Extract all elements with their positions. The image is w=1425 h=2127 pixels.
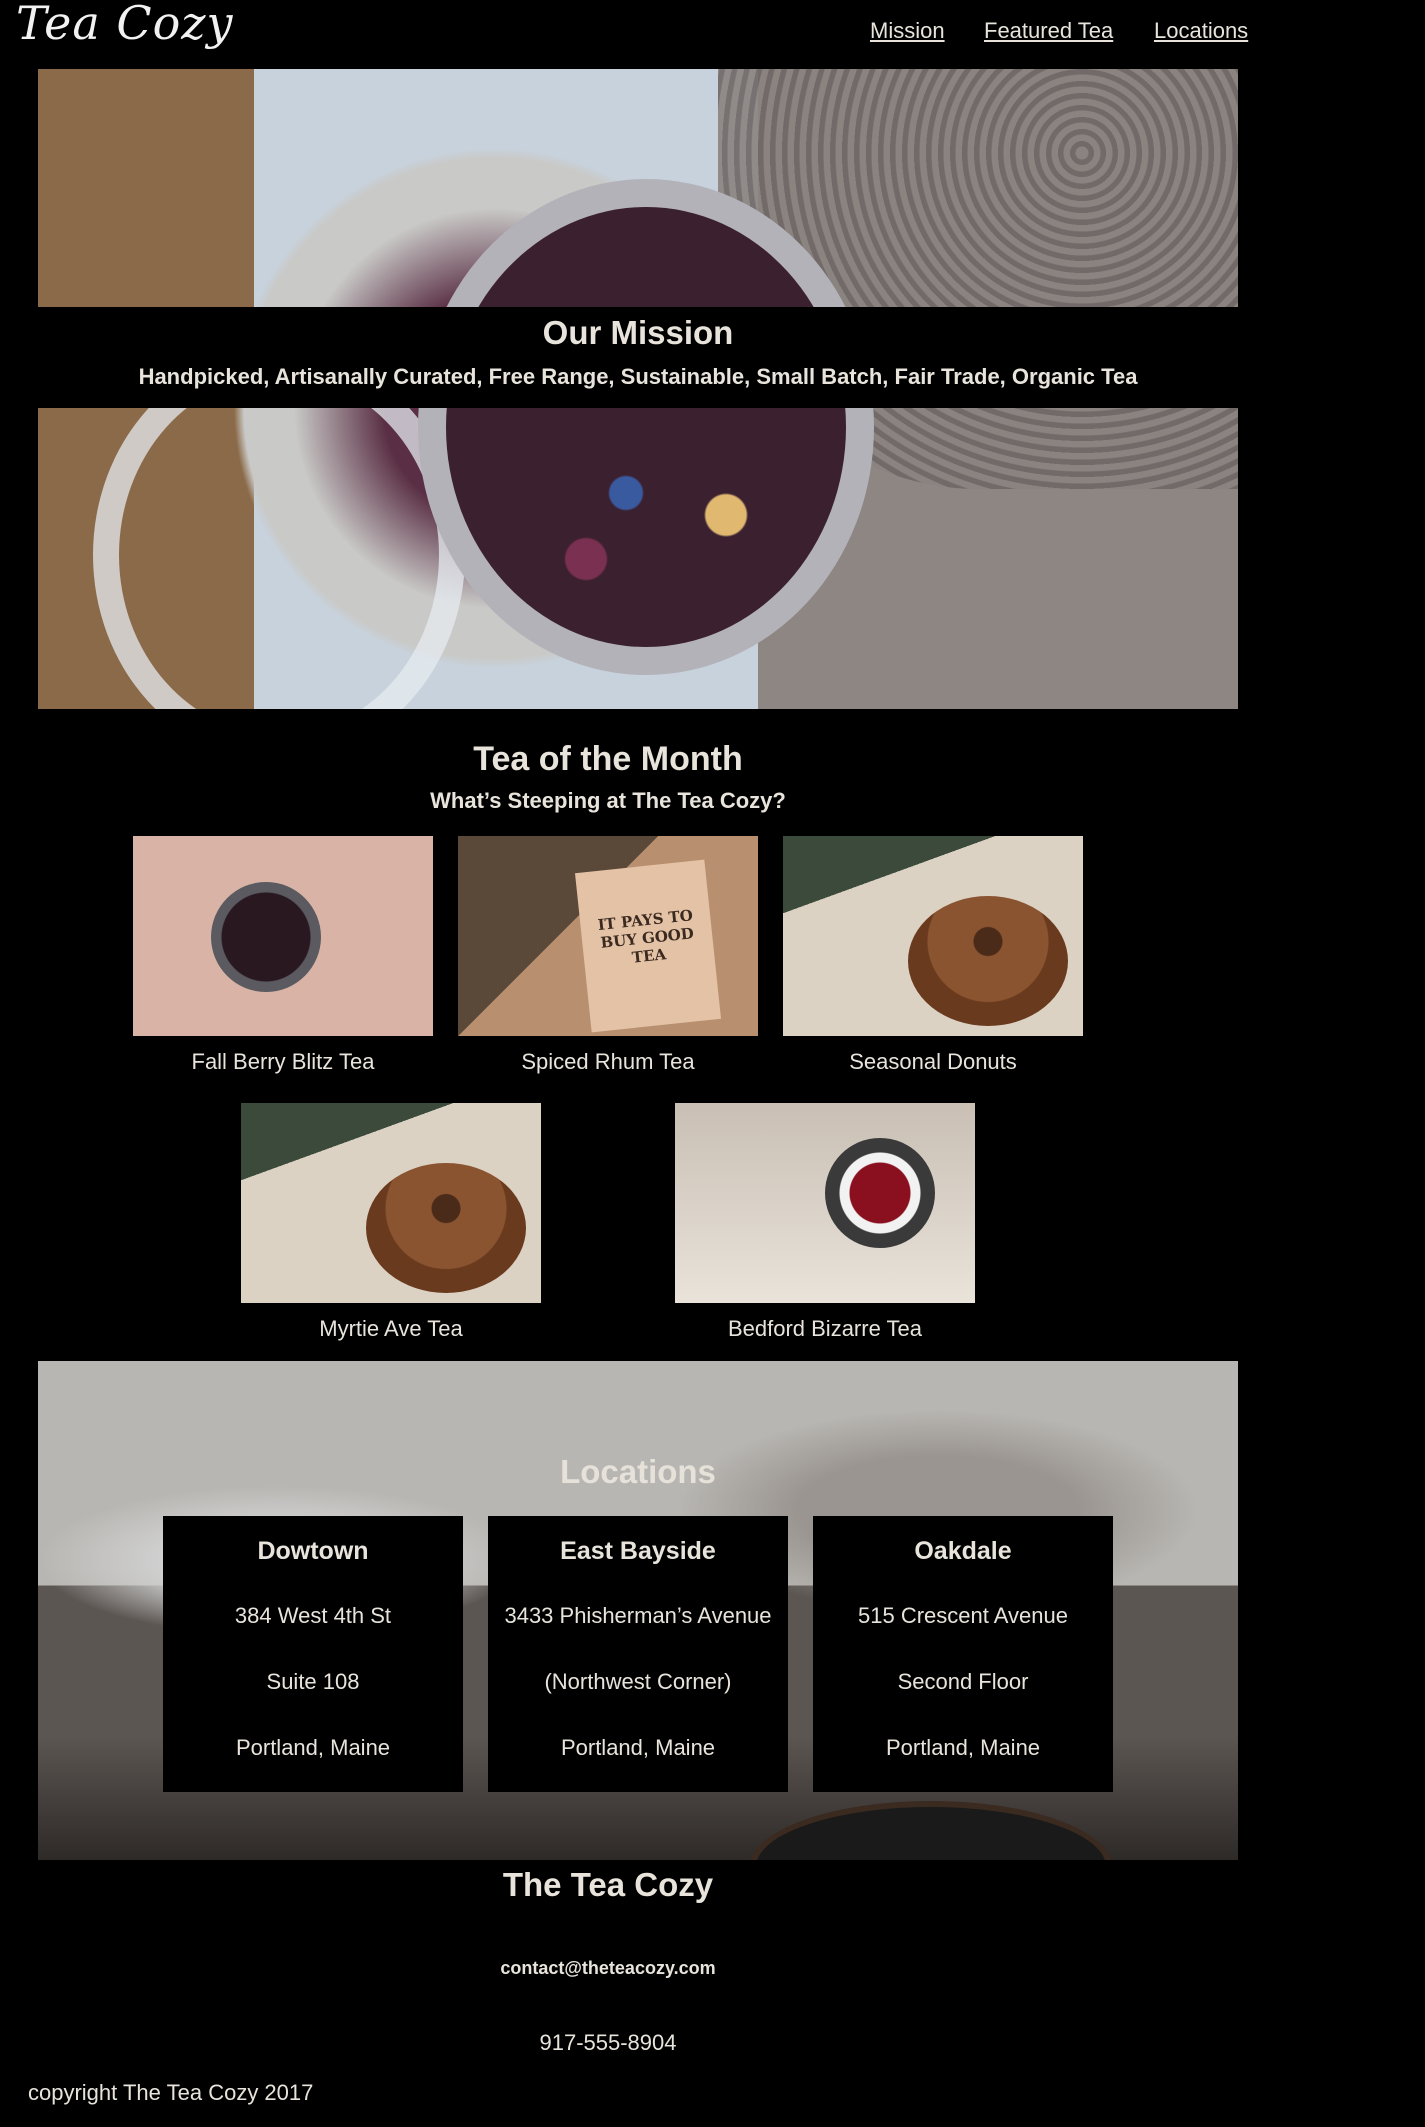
location-address: Portland, Maine (885, 1735, 1041, 1760)
nav-link-locations[interactable]: Locations (1154, 18, 1248, 44)
tea-item: Fall Berry Blitz Tea (133, 836, 433, 1075)
location-address: (Northwest Corner) (544, 1669, 732, 1694)
location-card: Dowtown 384 West 4th St Suite 108 Portla… (163, 1516, 463, 1792)
tea-item: Myrtie Ave Tea (241, 1103, 541, 1342)
location-name: Oakdale (914, 1537, 1012, 1565)
logo[interactable]: Tea Cozy (16, 0, 234, 50)
tea-item: Spiced Rhum Tea (458, 836, 758, 1075)
coffee-cup-background (750, 1801, 1112, 1860)
location-name: East Bayside (560, 1537, 716, 1565)
locations-title: Locations (560, 1453, 716, 1490)
tea-image-box (458, 836, 758, 1036)
location-address: 515 Crescent Avenue (858, 1603, 1068, 1628)
tea-image-cup (675, 1103, 975, 1303)
copyright-text: copyright The Tea Cozy 2017 (28, 2080, 314, 2105)
tea-of-month-title: Tea of the Month (473, 740, 743, 778)
location-address: 3433 Phisherman’s Avenue (504, 1603, 772, 1628)
tea-caption: Myrtie Ave Tea (319, 1316, 463, 1341)
tea-leaves-jar (418, 179, 874, 675)
tea-item: Seasonal Donuts (783, 836, 1083, 1075)
tea-image-mug (133, 836, 433, 1036)
location-address: Portland, Maine (235, 1735, 391, 1760)
tea-image-donut (241, 1103, 541, 1303)
site-header: Tea Cozy Mission Featured Tea Locations (0, 0, 1425, 68)
tea-image-donut (783, 836, 1083, 1036)
location-address: Suite 108 (266, 1669, 360, 1694)
location-address: Second Floor (897, 1669, 1029, 1694)
tea-caption: Seasonal Donuts (849, 1049, 1017, 1074)
contact-email-link[interactable]: contact@theteacozy.com (0, 1958, 1216, 1979)
contact-phone: 917-555-8904 (539, 2030, 677, 2055)
tea-item: Bedford Bizarre Tea (675, 1103, 975, 1342)
location-address: 384 West 4th St (234, 1603, 392, 1628)
location-card: East Bayside 3433 Phisherman’s Avenue (N… (488, 1516, 788, 1792)
tea-of-month-subtitle: What’s Steeping at The Tea Cozy? (430, 788, 786, 813)
tea-caption: Fall Berry Blitz Tea (191, 1049, 375, 1074)
mission-subtitle: Handpicked, Artisanally Curated, Free Ra… (138, 364, 1138, 389)
nav-link-featured-tea[interactable]: Featured Tea (984, 18, 1113, 44)
locations-section: Locations Dowtown 384 West 4th St Suite … (38, 1361, 1238, 1860)
tea-caption: Bedford Bizarre Tea (727, 1316, 923, 1341)
footer-title: The Tea Cozy (502, 1866, 714, 1903)
location-address: Portland, Maine (560, 1735, 716, 1760)
mission-title: Our Mission (542, 314, 734, 351)
tea-caption: Spiced Rhum Tea (521, 1049, 695, 1074)
location-card: Oakdale 515 Crescent Avenue Second Floor… (813, 1516, 1113, 1792)
location-name: Dowtown (257, 1537, 369, 1565)
nav-link-mission[interactable]: Mission (870, 18, 945, 44)
mission-banner: Our Mission Handpicked, Artisanally Cura… (38, 307, 1238, 408)
